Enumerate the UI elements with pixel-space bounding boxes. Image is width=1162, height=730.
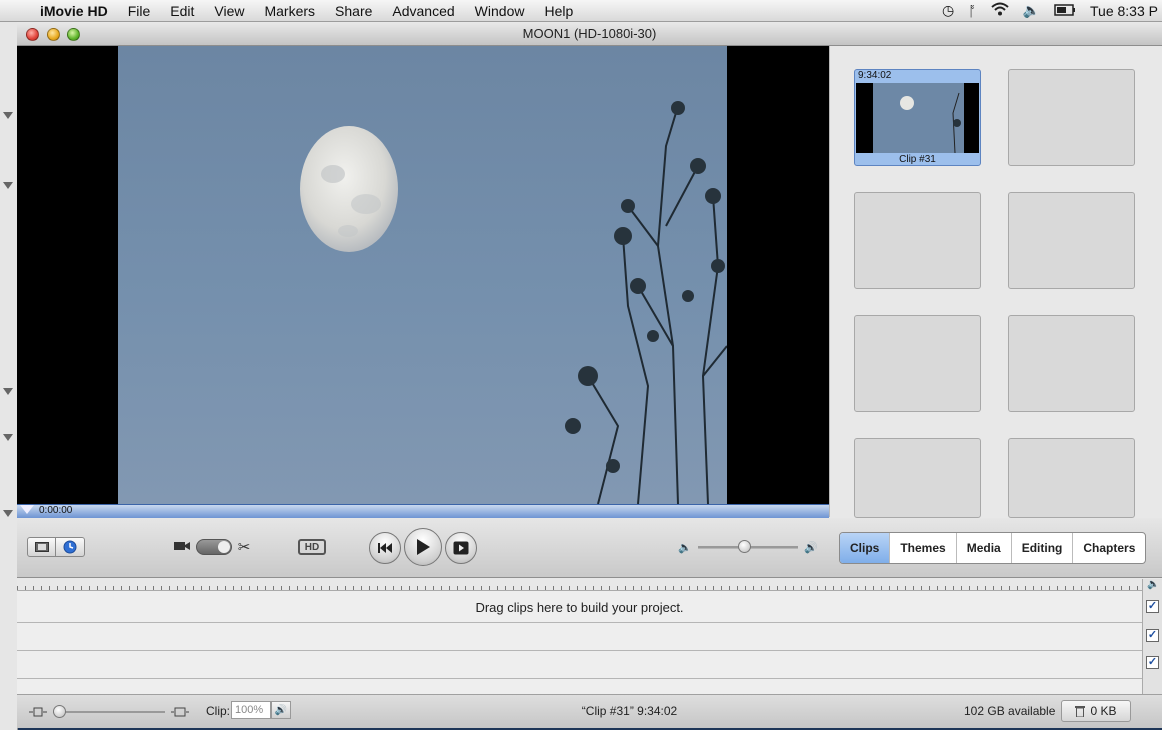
menubar-clock[interactable]: Tue 8:33 P [1090, 3, 1158, 19]
trash-icon [1075, 706, 1086, 717]
video-frame [118, 46, 728, 504]
hd-badge: HD [298, 539, 326, 555]
disclosure-triangle-icon [3, 112, 13, 119]
audio-track-1[interactable] [17, 623, 1142, 651]
trash-size: 0 KB [1090, 704, 1117, 718]
scrubber-bar[interactable]: 0:00:00 [17, 504, 829, 518]
bluetooth-icon[interactable]: ᚩ [968, 3, 976, 19]
timeline[interactable]: Drag clips here to build your project. [17, 579, 1142, 694]
background-window-edge[interactable] [0, 22, 18, 730]
control-bar: ✂ HD 🔈 🔊 Clips Themes Media Editing Chap… [17, 518, 1162, 578]
scissors-icon: ✂ [237, 539, 251, 556]
rewind-button[interactable] [369, 532, 401, 564]
zoom-out-icon [29, 707, 47, 717]
volume-icon[interactable]: 🔈 [1023, 2, 1040, 19]
tab-themes[interactable]: Themes [890, 533, 957, 563]
volume-low-icon: 🔈 [678, 541, 692, 554]
timeline-viewer-icon[interactable] [56, 538, 84, 556]
menu-share[interactable]: Share [325, 3, 382, 19]
track-volume-icon: 🔈 [1147, 579, 1160, 590]
clips-shelf[interactable]: 9:34:02 Clip #31 [829, 46, 1162, 518]
app-menu[interactable]: iMovie HD [30, 3, 118, 19]
video-track[interactable]: Drag clips here to build your project. [17, 592, 1142, 623]
audio-track-2-checkbox[interactable]: ✓ [1146, 656, 1159, 669]
clip-volume-button[interactable]: 🔊 [271, 701, 291, 719]
mode-toggle[interactable] [195, 539, 232, 555]
disclosure-triangle-icon [3, 434, 13, 441]
clip-thumbnail[interactable]: 9:34:02 Clip #31 [854, 69, 981, 166]
menu-advanced[interactable]: Advanced [382, 3, 464, 19]
tab-chapters[interactable]: Chapters [1073, 533, 1145, 563]
empty-clip-slot[interactable] [1008, 315, 1135, 412]
clip-volume-label: Clip: [206, 704, 231, 718]
timeline-hint: Drag clips here to build your project. [475, 599, 684, 615]
play-fullscreen-button[interactable] [445, 532, 477, 564]
disk-space-available: 102 GB available [964, 704, 1056, 718]
menu-edit[interactable]: Edit [160, 3, 204, 19]
imovie-window: MOON1 (HD-1080i-30) 0:00:00 9:34:02 Clip… [17, 22, 1162, 728]
empty-clip-slot[interactable] [854, 192, 981, 289]
timeline-ruler[interactable] [17, 579, 1142, 591]
speaker-icon: 🔊 [274, 704, 288, 716]
empty-clip-slot[interactable] [1008, 69, 1135, 166]
time-machine-icon[interactable]: ◷ [942, 2, 954, 19]
status-bar: Clip: 100% 🔊 “Clip #31” 9:34:02 102 GB a… [17, 694, 1162, 728]
timeline-zoom-slider[interactable] [29, 704, 189, 720]
wifi-icon[interactable] [990, 2, 1009, 19]
empty-clip-slot[interactable] [1008, 438, 1135, 518]
clip-thumbnail-image [856, 83, 979, 154]
moon-scene-image [300, 101, 728, 504]
zoom-track[interactable] [53, 705, 165, 718]
menu-bar: iMovie HD File Edit View Markers Share A… [0, 0, 1162, 22]
playhead-icon[interactable] [20, 505, 34, 514]
menu-window[interactable]: Window [465, 3, 535, 19]
video-track-checkbox[interactable]: ✓ [1146, 600, 1159, 613]
empty-clip-slot[interactable] [854, 315, 981, 412]
video-monitor[interactable] [17, 46, 829, 504]
clip-volume-field[interactable]: 100% [231, 701, 271, 719]
audio-track-2[interactable] [17, 651, 1142, 679]
clip-name: Clip #31 [899, 154, 936, 165]
tab-media[interactable]: Media [957, 533, 1012, 563]
clip-viewer-icon[interactable] [28, 538, 56, 556]
menu-file[interactable]: File [118, 3, 161, 19]
tab-clips[interactable]: Clips [840, 533, 891, 563]
disclosure-triangle-icon [3, 388, 13, 395]
zoom-knob[interactable] [53, 705, 66, 718]
empty-clip-slot[interactable] [854, 438, 981, 518]
tab-editing[interactable]: Editing [1012, 533, 1074, 563]
trash-button[interactable]: 0 KB [1061, 700, 1131, 722]
view-toggle[interactable] [27, 537, 85, 557]
empty-clip-slot[interactable] [1008, 192, 1135, 289]
disclosure-triangle-icon [3, 182, 13, 189]
clip-time: 9:34:02 [858, 70, 892, 81]
volume-knob[interactable] [737, 539, 751, 553]
volume-track[interactable] [697, 539, 799, 553]
selected-clip-info: “Clip #31” 9:34:02 [581, 704, 678, 718]
camera-edit-mode-switch[interactable]: ✂ [167, 538, 257, 556]
menu-help[interactable]: Help [534, 3, 583, 19]
pane-tabs: Clips Themes Media Editing Chapters [839, 532, 1147, 564]
camera-icon [173, 538, 190, 556]
disclosure-triangle-icon [3, 510, 13, 517]
volume-high-icon: 🔊 [804, 541, 818, 554]
window-title: MOON1 (HD-1080i-30) [522, 26, 657, 41]
battery-icon[interactable] [1054, 3, 1076, 19]
zoom-in-icon [171, 707, 189, 717]
menu-view[interactable]: View [204, 3, 254, 19]
track-toggles: 🔈 ✓ ✓ ✓ [1142, 579, 1162, 694]
title-bar[interactable]: MOON1 (HD-1080i-30) [17, 22, 1162, 46]
audio-track-1-checkbox[interactable]: ✓ [1146, 629, 1159, 642]
menu-markers[interactable]: Markers [254, 3, 325, 19]
timecode-label: 0:00:00 [39, 505, 73, 516]
play-button[interactable] [404, 528, 442, 566]
volume-slider[interactable]: 🔈 🔊 [678, 538, 818, 556]
